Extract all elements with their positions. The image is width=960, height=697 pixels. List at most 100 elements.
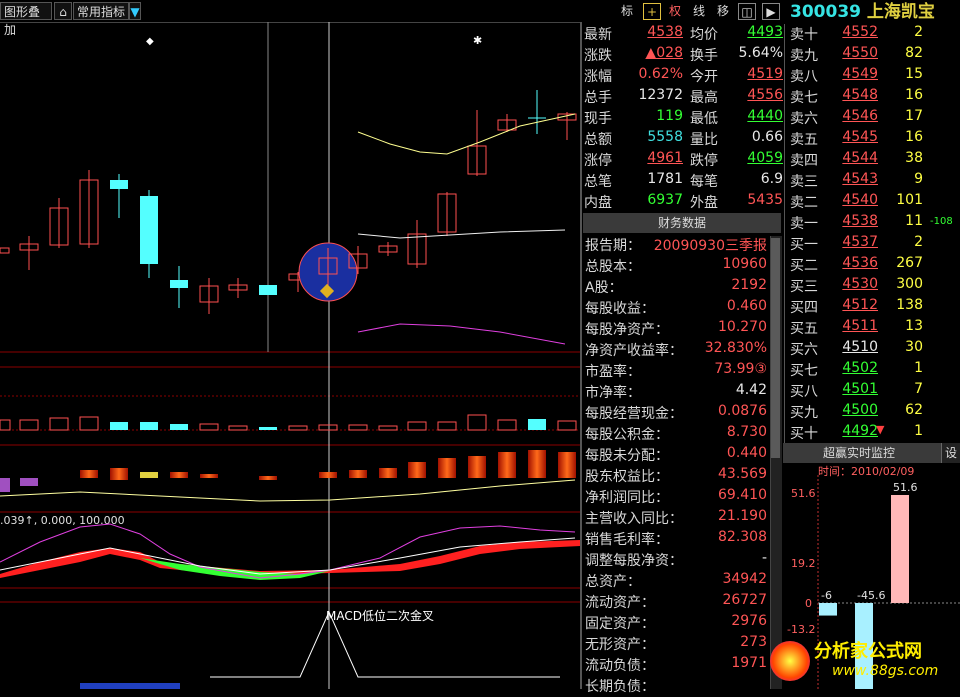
book-row[interactable]: 卖七 4548 16 bbox=[788, 87, 960, 108]
book-volume: 82 bbox=[905, 45, 923, 61]
finance-value: 10960 bbox=[722, 256, 767, 272]
book-price: 4544 bbox=[842, 150, 878, 166]
quote-label: 最高 bbox=[690, 90, 718, 106]
book-label: 卖三 bbox=[790, 174, 818, 190]
lock-icon[interactable]: ⌂ bbox=[54, 2, 72, 20]
finance-row: 每股公积金： 8.730 bbox=[583, 424, 781, 445]
finance-label: 调整每股净资： bbox=[585, 553, 683, 569]
book-label: 卖五 bbox=[790, 132, 818, 148]
date-hint-bar bbox=[80, 683, 180, 689]
crosshair-button[interactable]: + bbox=[643, 3, 661, 20]
book-volume: 2 bbox=[914, 234, 923, 250]
flower-icon bbox=[770, 641, 810, 681]
panel-divider bbox=[784, 24, 785, 444]
finance-value: 69.410 bbox=[718, 487, 767, 503]
finance-value: 1971 bbox=[731, 655, 767, 671]
quote-row: 总笔 1781 每笔 6.9 bbox=[583, 171, 783, 192]
finance-value: 34942 bbox=[722, 571, 767, 587]
overlay-button[interactable]: 图形叠加 bbox=[0, 2, 52, 37]
stock-code: 300039 bbox=[790, 2, 861, 22]
book-price: 4530 bbox=[842, 276, 878, 292]
monitor-bar bbox=[891, 495, 909, 603]
book-label: 买九 bbox=[790, 405, 818, 421]
book-price: 4492 bbox=[842, 423, 878, 439]
book-label: 卖八 bbox=[790, 69, 818, 85]
monitor-bar bbox=[819, 603, 837, 616]
book-volume: 300 bbox=[896, 276, 923, 292]
book-label: 买一 bbox=[790, 237, 818, 253]
finance-label: 主营收入同比： bbox=[585, 511, 683, 527]
book-row[interactable]: 卖十 4552 2 bbox=[788, 24, 960, 45]
quote-value: 4961 bbox=[647, 150, 683, 166]
finance-label: 每股经营现金： bbox=[585, 406, 683, 422]
book-row[interactable]: 卖九 4550 82 bbox=[788, 45, 960, 66]
window-icon[interactable]: ◫ bbox=[738, 3, 756, 20]
quote-label: 跌停 bbox=[690, 153, 718, 169]
kline-chart[interactable]: ◆ ✱ .039↑, 0.000, 100.000 MACD低位二次金叉 bbox=[0, 22, 580, 689]
book-volume: 2 bbox=[914, 24, 923, 40]
book-volume: 9 bbox=[914, 171, 923, 187]
book-row[interactable]: 买六 4510 30 bbox=[788, 339, 960, 360]
diamond-marker: ◆ bbox=[146, 36, 154, 47]
book-row[interactable]: 买十 4492 ▼ 1 bbox=[788, 423, 960, 444]
watermark-title: 分析家公式网 bbox=[814, 641, 922, 662]
book-row[interactable]: 卖八 4549 15 bbox=[788, 66, 960, 87]
mark-button[interactable]: 标 bbox=[618, 3, 636, 20]
book-volume: 16 bbox=[905, 87, 923, 103]
finance-row: 主营收入同比： 21.190 bbox=[583, 508, 781, 529]
ma-line-yellow bbox=[357, 113, 576, 155]
book-row[interactable]: 买二 4536 267 bbox=[788, 255, 960, 276]
book-row[interactable]: 买一 4537 2 bbox=[788, 234, 960, 255]
move-button[interactable]: 移 bbox=[714, 3, 732, 20]
quote-value: 4538 bbox=[647, 24, 683, 40]
signal-label: MACD低位二次金叉 bbox=[326, 608, 434, 623]
book-label: 买二 bbox=[790, 258, 818, 274]
book-row[interactable]: 买九 4500 62 bbox=[788, 402, 960, 423]
quote-row: 现手 119 最低 4440 bbox=[583, 108, 783, 129]
book-volume: 15 bbox=[905, 66, 923, 82]
finance-header[interactable]: 财务数据 bbox=[583, 213, 781, 233]
finance-label: 每股未分配： bbox=[585, 448, 669, 464]
finance-row: 报告期： 20090930三季报 bbox=[583, 235, 781, 256]
indicator-dropdown-icon[interactable]: ▼ bbox=[129, 2, 141, 20]
quote-row: 总手 12372 最高 4556 bbox=[583, 87, 783, 108]
right-toolbar: 标 + 权 线 移 ◫ ▶ bbox=[580, 0, 785, 22]
quote-value: 6.9 bbox=[760, 171, 783, 187]
book-price: 4536 bbox=[842, 255, 878, 271]
finance-value: 2192 bbox=[731, 277, 767, 293]
monitor-settings-button[interactable]: 设 bbox=[941, 443, 960, 463]
rights-button[interactable]: 权 bbox=[666, 3, 684, 20]
line-button[interactable]: 线 bbox=[690, 3, 708, 20]
finance-row: 市净率： 4.42 bbox=[583, 382, 781, 403]
quote-value: 4493 bbox=[747, 24, 783, 40]
finance-value: 0.0876 bbox=[718, 403, 767, 419]
finance-label: 市盈率： bbox=[585, 364, 641, 380]
book-price: 4500 bbox=[842, 402, 878, 418]
book-row[interactable]: 卖六 4546 17 bbox=[788, 108, 960, 129]
book-volume: 138 bbox=[896, 297, 923, 313]
quote-label: 外盘 bbox=[690, 195, 718, 211]
book-row[interactable]: 买四 4512 138 bbox=[788, 297, 960, 318]
book-row[interactable]: 卖四 4544 38 bbox=[788, 150, 960, 171]
book-row[interactable]: 买七 4502 1 bbox=[788, 360, 960, 381]
book-row[interactable]: 卖三 4543 9 bbox=[788, 171, 960, 192]
book-row[interactable]: 买三 4530 300 bbox=[788, 276, 960, 297]
quote-value: 0.62% bbox=[638, 66, 683, 82]
axis-label: -13.2 bbox=[787, 623, 815, 636]
book-price: 4550 bbox=[842, 45, 878, 61]
book-label: 卖六 bbox=[790, 111, 818, 127]
book-row[interactable]: 卖五 4545 16 bbox=[788, 129, 960, 150]
book-row[interactable]: 买五 4511 13 bbox=[788, 318, 960, 339]
book-row[interactable]: 买八 4501 7 bbox=[788, 381, 960, 402]
ma-line-white bbox=[357, 229, 566, 239]
book-price: 4502 bbox=[842, 360, 878, 376]
quote-value: 4556 bbox=[747, 87, 783, 103]
book-row[interactable]: 卖二 4540 101 bbox=[788, 192, 960, 213]
finance-label: 总资产： bbox=[585, 574, 641, 590]
quote-label: 每笔 bbox=[690, 174, 718, 190]
quote-label: 最新 bbox=[584, 27, 612, 43]
indicator-button[interactable]: 常用指标 bbox=[73, 2, 129, 20]
finance-scroll-thumb[interactable] bbox=[771, 238, 780, 458]
axis-label: 51.6 bbox=[791, 487, 816, 500]
play-icon[interactable]: ▶ bbox=[762, 3, 780, 20]
